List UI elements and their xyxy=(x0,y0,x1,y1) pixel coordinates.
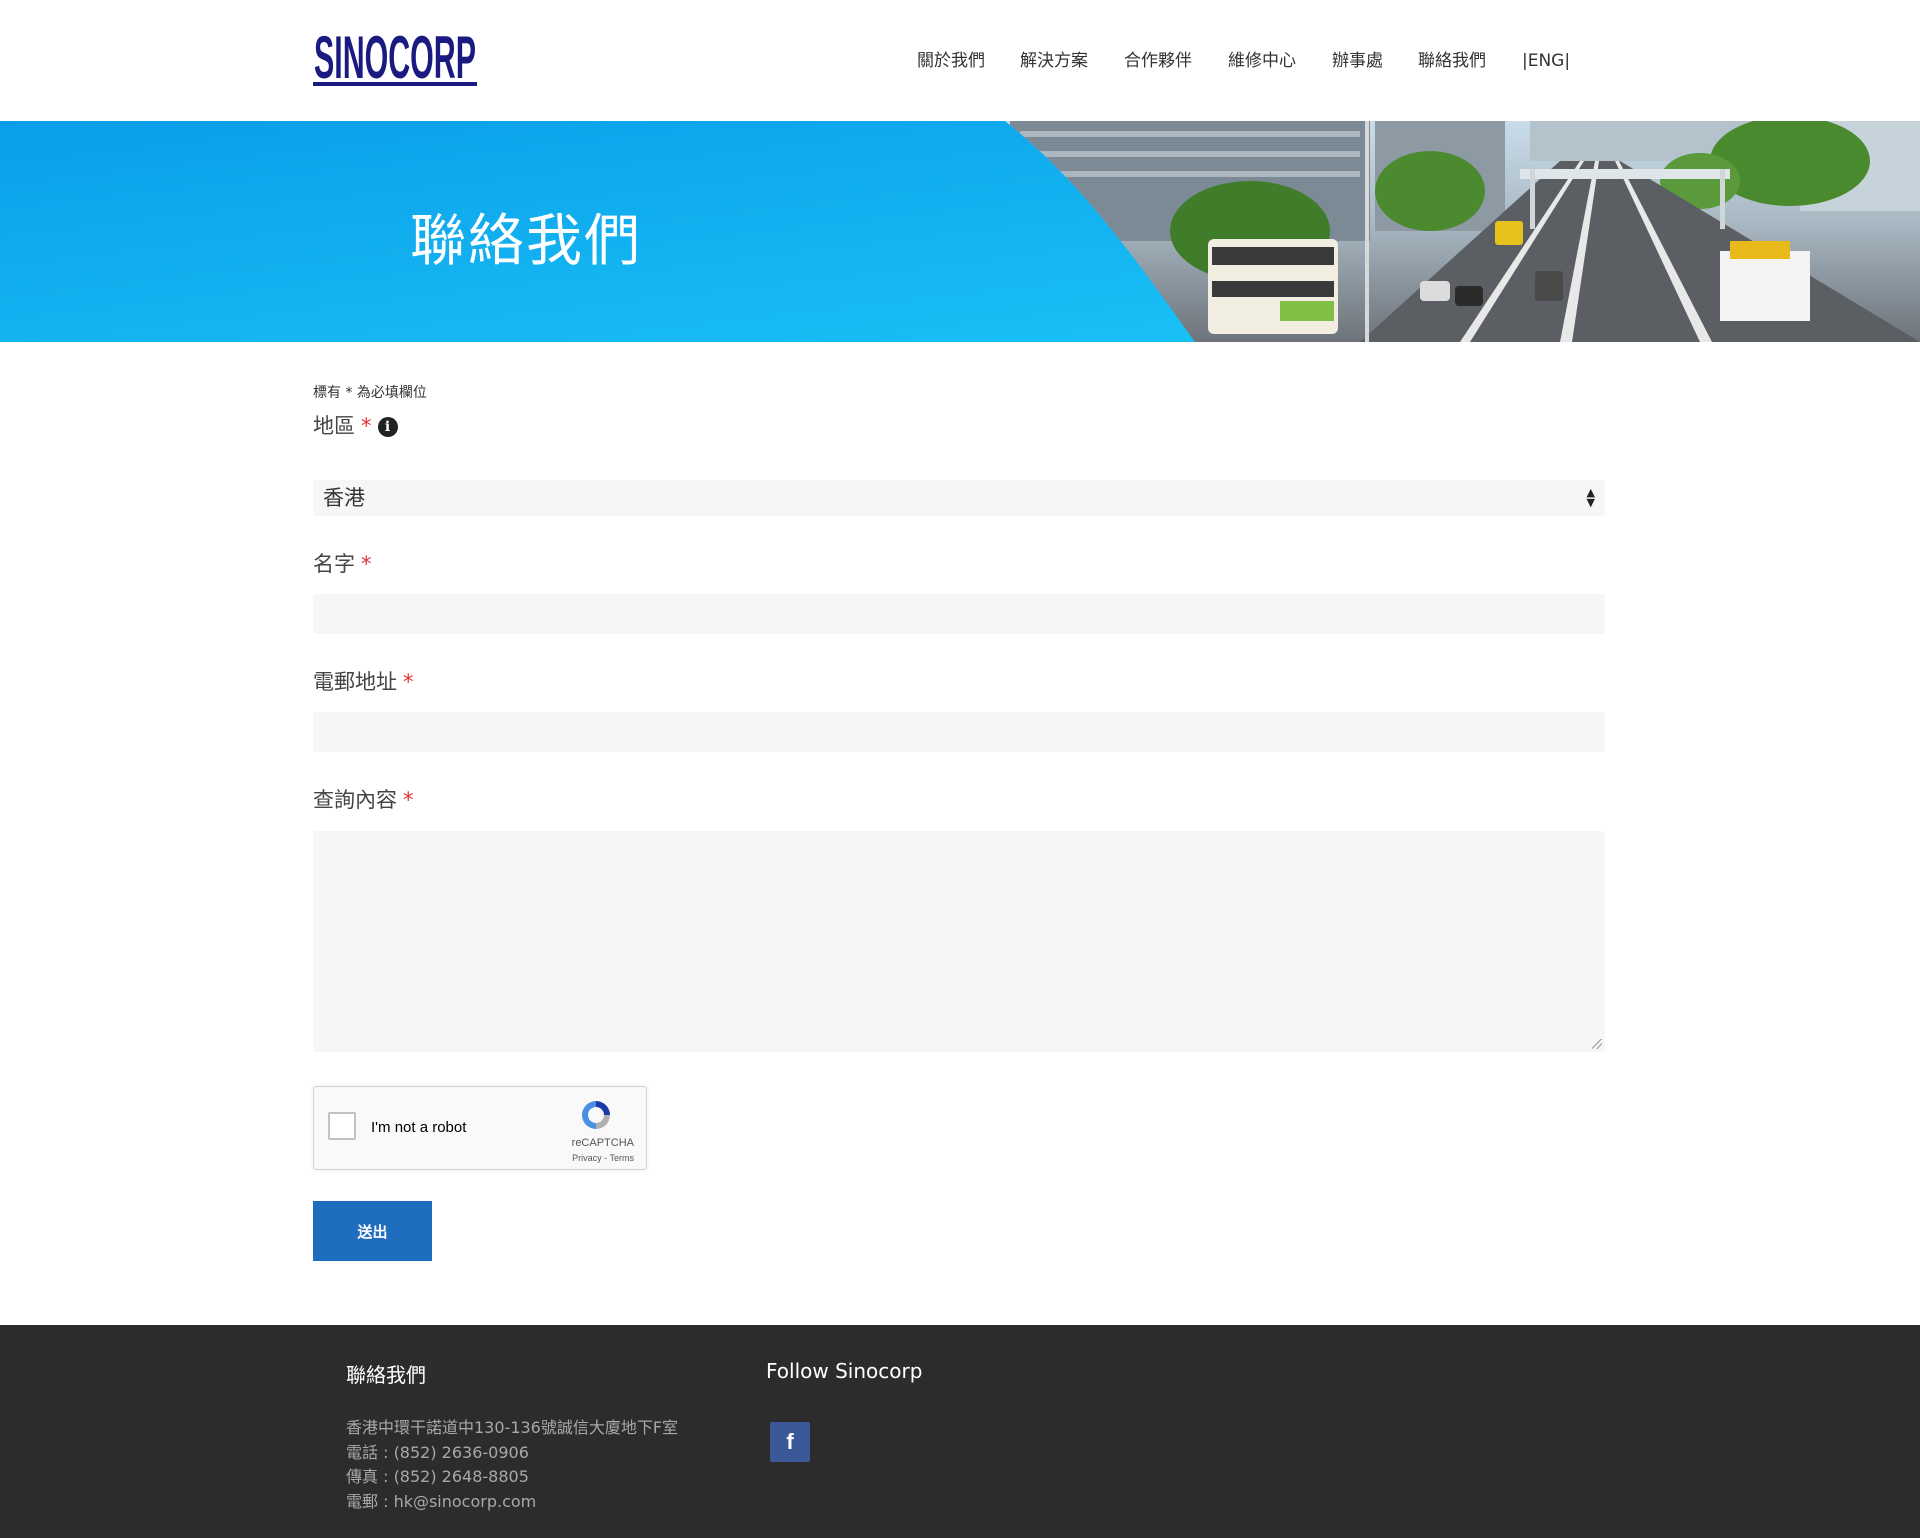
required-star: * xyxy=(361,414,372,438)
region-label: 地區 * i xyxy=(313,410,398,440)
footer-fax: 傳真 : (852) 2648-8805 xyxy=(346,1467,529,1486)
inquiry-textarea[interactable] xyxy=(313,831,1605,1052)
recaptcha-checkbox[interactable] xyxy=(328,1112,356,1140)
region-label-text: 地區 xyxy=(313,414,355,438)
facebook-icon[interactable]: f xyxy=(770,1422,810,1462)
nav-service-centre[interactable]: 維修中心 xyxy=(1228,47,1296,75)
submit-button[interactable]: 送出 xyxy=(313,1201,432,1261)
name-label: 名字 * xyxy=(313,548,372,578)
name-label-text: 名字 xyxy=(313,552,355,576)
nav-offices[interactable]: 辦事處 xyxy=(1332,47,1383,75)
footer-email[interactable]: 電郵 : hk@sinocorp.com xyxy=(346,1490,678,1515)
recaptcha-widget: I'm not a robot reCAPTCHA Privacy - Term… xyxy=(313,1086,647,1170)
required-star: * xyxy=(361,552,372,576)
recaptcha-links[interactable]: Privacy - Terms xyxy=(572,1153,634,1163)
site-header: SINOCORP 關於我們 解決方案 合作夥伴 維修中心 辦事處 聯絡我們 |E… xyxy=(0,0,1920,121)
facebook-glyph: f xyxy=(786,1429,794,1454)
footer-address: 香港中環干諾道中130-136號誠信大廈地下F室 xyxy=(346,1418,679,1437)
inquiry-label: 查詢內容 * xyxy=(313,784,414,814)
select-arrows-icon: ▲ ▼ xyxy=(1586,486,1595,509)
email-label-text: 電郵地址 xyxy=(313,670,397,694)
email-input[interactable] xyxy=(313,712,1605,752)
footer-phone: 電話 : (852) 2636-0906 xyxy=(346,1442,529,1462)
resize-grip-icon[interactable] xyxy=(1592,1039,1602,1049)
site-footer: 聯絡我們 香港中環干諾道中130-136號誠信大廈地下F室 電話 : (852)… xyxy=(0,1325,1920,1538)
required-star: * xyxy=(403,670,414,694)
hero-banner: 聯絡我們 xyxy=(0,121,1920,342)
region-select-value: 香港 xyxy=(323,486,365,510)
nav-partners[interactable]: 合作夥伴 xyxy=(1124,47,1192,75)
email-label: 電郵地址 * xyxy=(313,666,414,696)
page-title: 聯絡我們 xyxy=(410,209,642,274)
region-select[interactable]: 香港 ▲ ▼ xyxy=(313,480,1605,516)
nav-contact[interactable]: 聯絡我們 xyxy=(1418,47,1486,75)
nav-english[interactable]: |ENG| xyxy=(1522,47,1570,75)
footer-follow-title: Follow Sinocorp xyxy=(766,1359,923,1383)
recaptcha-brand: reCAPTCHA xyxy=(571,1137,634,1149)
footer-contact-details: 香港中環干諾道中130-136號誠信大廈地下F室 電話 : (852) 2636… xyxy=(346,1416,678,1514)
recaptcha-logo-icon xyxy=(582,1101,610,1129)
inquiry-label-text: 查詢內容 xyxy=(313,788,397,812)
info-icon[interactable]: i xyxy=(377,417,398,437)
nav-solutions[interactable]: 解決方案 xyxy=(1020,47,1088,75)
main-nav: 關於我們 解決方案 合作夥伴 維修中心 辦事處 聯絡我們 |ENG| xyxy=(0,47,1920,77)
hero-background xyxy=(0,121,1920,342)
required-note: 標有 * 為必填欄位 xyxy=(313,385,427,401)
nav-about[interactable]: 關於我們 xyxy=(917,47,985,75)
required-star: * xyxy=(403,788,414,812)
footer-contact-title: 聯絡我們 xyxy=(346,1363,426,1387)
recaptcha-label: I'm not a robot xyxy=(371,1119,467,1136)
name-input[interactable] xyxy=(313,594,1605,634)
